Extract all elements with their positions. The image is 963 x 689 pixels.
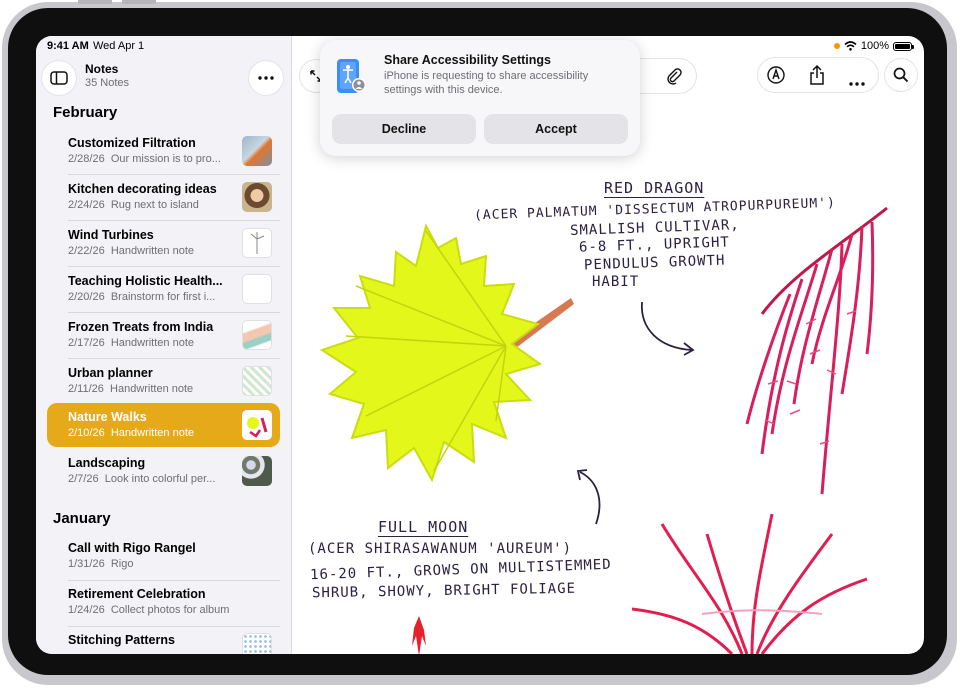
ipad-device: 9:41 AM Wed Apr 1 100% Notes 35 Notes Fe… — [0, 0, 963, 689]
note-row[interactable]: Customized Filtration 2/28/26 Our missio… — [47, 129, 280, 173]
battery-icon — [893, 41, 914, 51]
search-button[interactable] — [885, 59, 917, 91]
note-title: Stitching Patterns — [68, 633, 175, 647]
ellipsis-icon — [258, 76, 274, 80]
sidebar-header: Notes 35 Notes — [36, 58, 291, 98]
note-meta: 1/24/26 Collect photos for album — [68, 604, 230, 616]
full-moon-line: (ACER SHIRASAWANUM 'AUREUM') — [308, 541, 573, 557]
note-meta: 2/17/26 Handwritten note — [68, 337, 194, 349]
note-row[interactable]: Landscaping 2/7/26 Look into colorful pe… — [47, 449, 280, 493]
full-moon-line: SHRUB, SHOWY, BRIGHT FOLIAGE — [311, 580, 577, 602]
note-meta: 1/31/26 Rigo — [68, 558, 134, 570]
note-title: Wind Turbines — [68, 228, 154, 242]
note-row[interactable]: Kitchen decorating ideas 2/24/26 Rug nex… — [47, 175, 280, 219]
wifi-icon — [844, 41, 857, 51]
device-top-buttons — [78, 0, 160, 4]
section-header-january: January — [53, 510, 111, 527]
note-thumbnail — [242, 320, 272, 350]
markup-button[interactable] — [766, 65, 786, 90]
note-row[interactable]: Wind Turbines 2/22/26 Handwritten note — [47, 221, 280, 265]
note-thumbnail — [242, 456, 272, 486]
note-thumbnail — [242, 366, 272, 396]
note-meta: 2/28/26 Our mission is to pro... — [68, 153, 221, 165]
sidebar-note-count: 35 Notes — [85, 77, 130, 89]
note-meta: 2/10/26 Handwritten note — [68, 427, 194, 439]
accessibility-icon — [337, 59, 366, 93]
note-title: Landscaping — [68, 456, 146, 470]
arrow-to-red-dragon — [641, 301, 695, 356]
section-header-february: February — [53, 104, 118, 121]
arrow-to-full-moon — [576, 469, 601, 525]
note-title: Retirement Celebration — [68, 587, 206, 601]
red-dragon-title: RED DRAGON — [604, 179, 705, 197]
note-meta: 2/20/26 Brainstorm for first i... — [68, 291, 216, 303]
note-row[interactable]: Call with Rigo Rangel 1/31/26 Rigo — [47, 534, 280, 578]
status-right: 100% — [833, 40, 914, 52]
attach-button[interactable] — [665, 67, 683, 90]
red-dragon-line: HABIT — [592, 274, 640, 290]
sidebar-icon — [50, 71, 68, 85]
share-icon — [810, 64, 824, 85]
note-meta: 2/7/26 Look into colorful per... — [68, 473, 216, 485]
pen-circle-icon — [767, 66, 785, 84]
red-plant-bottom-drawing — [631, 514, 868, 654]
note-thumbnail — [242, 136, 272, 166]
more-button[interactable] — [849, 73, 865, 91]
sidebar-title: Notes — [85, 62, 119, 76]
share-button[interactable] — [808, 64, 826, 91]
note-row[interactable]: Urban planner 2/11/26 Handwritten note — [47, 359, 280, 403]
note-title: Teaching Holistic Health... — [68, 274, 223, 288]
note-row-selected[interactable]: Nature Walks 2/10/26 Handwritten note — [47, 403, 280, 447]
sidebar-toggle-button[interactable] — [42, 61, 76, 95]
status-date: Wed Apr 1 — [93, 40, 145, 52]
dialog-title: Share Accessibility Settings — [384, 53, 551, 67]
red-plant-small-drawing — [412, 616, 426, 654]
note-thumbnail — [242, 410, 272, 440]
status-time: 9:41 AM — [47, 40, 89, 52]
note-meta: 2/22/26 Handwritten note — [68, 245, 194, 257]
magnifier-icon — [893, 67, 909, 83]
note-title: Urban planner — [68, 366, 153, 380]
note-meta: 2/11/26 Handwritten note — [68, 383, 194, 395]
notes-sidebar: Notes 35 Notes February Customized Filtr… — [36, 36, 292, 654]
ellipsis-icon — [849, 82, 865, 86]
note-thumbnail — [242, 182, 272, 212]
note-row[interactable]: Retirement Celebration 1/24/26 Collect p… — [47, 580, 280, 624]
note-thumbnail — [242, 274, 272, 304]
note-title: Frozen Treats from India — [68, 320, 214, 334]
paperclip-icon — [667, 68, 682, 85]
note-meta: 2/24/26 Rug next to island — [68, 199, 199, 211]
red-dragon-leaf-drawing — [745, 206, 888, 495]
note-row[interactable]: Teaching Holistic Health... 2/20/26 Brai… — [47, 267, 280, 311]
note-thumbnail — [242, 228, 272, 258]
mic-indicator-icon — [833, 43, 840, 49]
note-title: Call with Rigo Rangel — [68, 541, 196, 555]
note-thumbnail — [242, 633, 272, 654]
full-moon-line: 16-20 FT., GROWS ON MULTISTEMMED — [309, 556, 612, 584]
note-title: Customized Filtration — [68, 136, 196, 150]
note-title: Nature Walks — [68, 410, 147, 424]
note-title: Kitchen decorating ideas — [68, 182, 217, 196]
accept-button[interactable]: Accept — [484, 114, 628, 144]
decline-button[interactable]: Decline — [332, 114, 476, 144]
share-accessibility-dialog: Share Accessibility Settings iPhone is r… — [320, 40, 640, 156]
note-row[interactable]: Frozen Treats from India 2/17/26 Handwri… — [47, 313, 280, 357]
note-row[interactable]: Stitching Patterns — [47, 626, 280, 654]
full-moon-leaf-drawing — [319, 223, 574, 483]
sidebar-more-button[interactable] — [249, 61, 283, 95]
dialog-message: iPhone is requesting to share accessibil… — [384, 70, 589, 96]
battery-percent: 100% — [860, 40, 889, 52]
screen: 9:41 AM Wed Apr 1 100% Notes 35 Notes Fe… — [36, 36, 924, 654]
full-moon-title: FULL MOON — [378, 518, 469, 536]
